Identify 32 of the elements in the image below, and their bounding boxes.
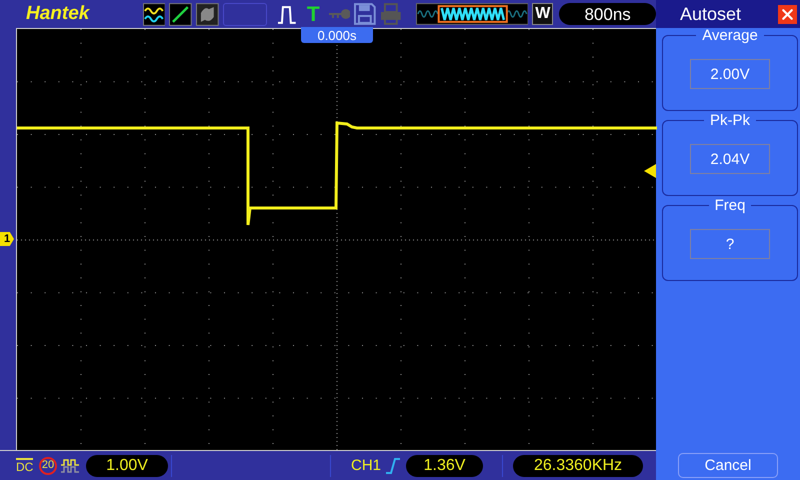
measurement-value: ? [690, 229, 770, 259]
persistence-icon[interactable] [196, 2, 219, 26]
trigger-position-marker[interactable]: 0.000s [301, 27, 373, 43]
trigger-label: T [306, 4, 321, 24]
save-icon[interactable] [354, 3, 376, 25]
pulse-icon [61, 458, 79, 474]
panel-title: Autoset [680, 5, 742, 23]
measurement-label: Freq [714, 198, 746, 213]
rising-edge-icon [386, 458, 400, 474]
trigger-level-readout: 1.36V [406, 454, 484, 476]
line-icon[interactable] [169, 2, 192, 26]
trigger-source-label: CH1 [351, 458, 382, 473]
empty-slot [222, 2, 268, 26]
waveform-display-icon[interactable] [142, 2, 166, 26]
brand-logo: Hantek [26, 2, 91, 26]
trigger-level-arrow-icon [644, 164, 656, 178]
timebase-readout: 800ns [559, 3, 656, 25]
measurement-value: 2.04V [690, 144, 770, 174]
bandwidth-limit-badge: 20 [39, 456, 57, 474]
coupling-indicator: DC [16, 458, 33, 473]
window-key[interactable]: W [532, 3, 554, 25]
trigger-position-text: 0.000s [317, 28, 357, 42]
volts-per-div-readout: 1.00V [86, 454, 168, 476]
pulse-icon[interactable] [277, 3, 297, 25]
measurement-label: Pk-Pk [708, 113, 751, 128]
frequency-readout: 26.3360KHz [513, 454, 644, 476]
measurement-value: 2.00V [690, 59, 770, 89]
measurement-label: Average [701, 28, 759, 43]
cancel-button[interactable]: Cancel [678, 453, 778, 478]
memory-window-bar[interactable] [416, 3, 528, 25]
channel-marker[interactable]: 1 [0, 232, 14, 246]
close-button[interactable] [778, 4, 797, 24]
